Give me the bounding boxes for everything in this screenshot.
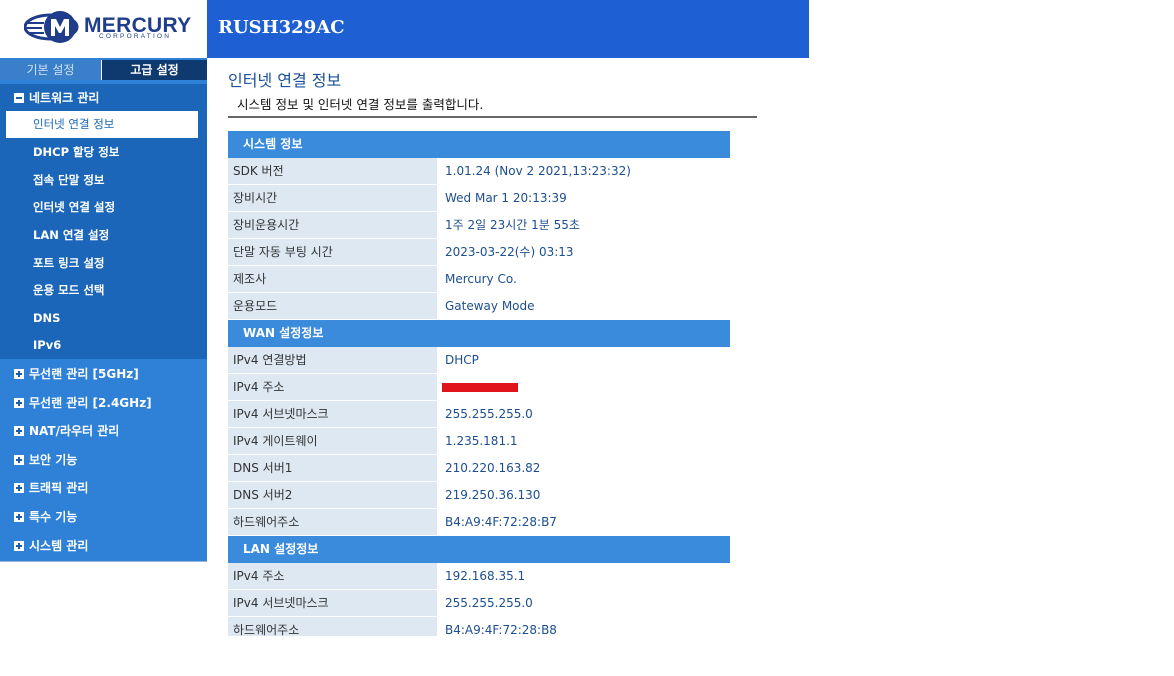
row-value: Mercury Co. — [437, 266, 730, 292]
table-row: IPv4 서브넷마스크 255.255.255.0 — [228, 401, 730, 428]
row-value: 255.255.255.0 — [437, 401, 730, 427]
expand-icon — [14, 482, 24, 493]
sidebar-group-label: 보안 기능 — [29, 453, 78, 467]
table-row: IPv4 서브넷마스크 255.255.255.0 — [228, 590, 730, 617]
row-value: B4:A9:4F:72:28:B7 — [437, 509, 730, 535]
sidebar-item-connected-devices[interactable]: 접속 단말 정보 — [6, 167, 198, 194]
sidebar-group-wireless-5ghz[interactable]: 무선랜 관리 [5GHz] — [14, 366, 139, 382]
header-bar: RUSH329AC — [207, 0, 809, 58]
sidebar-item-internet-info[interactable]: 인터넷 연결 정보 — [6, 111, 198, 138]
row-value: 192.168.35.1 — [437, 563, 730, 589]
table-row: IPv4 연결방법 DHCP — [228, 347, 730, 374]
sidebar-group-label: 시스템 관리 — [29, 539, 89, 553]
tab-advanced-settings[interactable]: 고급 설정 — [102, 60, 207, 80]
network-menu-group: 네트워크 관리 인터넷 연결 정보 DHCP 할당 정보 접속 단말 정보 인터… — [0, 84, 207, 359]
row-label: 하드웨어주소 — [228, 617, 437, 636]
sidebar-group-traffic[interactable]: 트래픽 관리 — [14, 480, 88, 496]
sidebar-item-port-link[interactable]: 포트 링크 설정 — [6, 250, 198, 277]
table-row: DNS 서버1 210.220.163.82 — [228, 455, 730, 482]
sidebar-item-lan-settings[interactable]: LAN 연결 설정 — [6, 222, 198, 249]
row-value: B4:A9:4F:72:28:B8 — [437, 617, 730, 636]
tab-basic-settings[interactable]: 기본 설정 — [0, 60, 102, 80]
collapse-icon — [14, 92, 24, 103]
row-value: 219.250.36.130 — [437, 482, 730, 508]
expand-icon — [14, 368, 24, 379]
row-value: 210.220.163.82 — [437, 455, 730, 481]
sidebar-group-wireless-24ghz[interactable]: 무선랜 관리 [2.4GHz] — [14, 395, 152, 411]
sidebar-group-label: 네트워크 관리 — [29, 91, 100, 105]
sidebar-group-network[interactable]: 네트워크 관리 — [14, 89, 99, 106]
row-label: 장비시간 — [228, 185, 437, 211]
row-label: IPv4 서브넷마스크 — [228, 590, 437, 616]
brand-logo: MERCURY CORPORATION — [0, 0, 207, 58]
row-label: SDK 버전 — [228, 158, 437, 184]
sidebar-group-label: NAT/라우터 관리 — [29, 424, 120, 438]
row-value: 1.235.181.1 — [437, 428, 730, 454]
sidebar-group-label: 트래픽 관리 — [29, 481, 89, 495]
row-label: 장비운용시간 — [228, 212, 437, 238]
sidebar-group-security[interactable]: 보안 기능 — [14, 452, 77, 468]
sidebar-item-dns[interactable]: DNS — [6, 305, 198, 332]
section-header-system: 시스템 정보 — [228, 131, 730, 158]
page-description: 시스템 정보 및 인터넷 연결 정보를 출력합니다. — [228, 94, 757, 118]
row-value: Wed Mar 1 20:13:39 — [437, 185, 730, 211]
table-row: 하드웨어주소 B4:A9:4F:72:28:B7 — [228, 509, 730, 536]
sidebar-item-dhcp-info[interactable]: DHCP 할당 정보 — [6, 139, 198, 166]
expand-icon — [14, 540, 24, 551]
table-row: 운용모드 Gateway Mode — [228, 293, 730, 320]
table-row: 제조사 Mercury Co. — [228, 266, 730, 293]
sidebar-group-label: 무선랜 관리 [2.4GHz] — [29, 396, 152, 410]
section-header-lan: LAN 설정정보 — [228, 536, 730, 563]
mercury-logo-icon — [24, 11, 79, 43]
table-row: 장비시간 Wed Mar 1 20:13:39 — [228, 185, 730, 212]
table-row: 장비운용시간 1주 2일 23시간 1분 55초 — [228, 212, 730, 239]
sidebar-group-special[interactable]: 특수 기능 — [14, 509, 77, 525]
row-label: DNS 서버2 — [228, 482, 437, 508]
row-label: IPv4 서브넷마스크 — [228, 401, 437, 427]
row-value: Gateway Mode — [437, 293, 730, 319]
row-value: DHCP — [437, 347, 730, 373]
row-label: IPv4 연결방법 — [228, 347, 437, 373]
brand-subtitle: CORPORATION — [99, 33, 172, 40]
page-title: 인터넷 연결 정보 — [228, 71, 342, 90]
sidebar-group-nat-router[interactable]: NAT/라우터 관리 — [14, 423, 119, 439]
row-value — [437, 374, 730, 400]
row-label: IPv4 게이트웨이 — [228, 428, 437, 454]
row-value: 1.01.24 (Nov 2 2021,13:23:32) — [437, 158, 730, 184]
row-label: DNS 서버1 — [228, 455, 437, 481]
row-label: 단말 자동 부팅 시간 — [228, 239, 437, 265]
expand-icon — [14, 454, 24, 465]
sidebar-item-operation-mode[interactable]: 운용 모드 선택 — [6, 277, 198, 304]
expand-icon — [14, 397, 24, 408]
table-row: 단말 자동 부팅 시간 2023-03-22(수) 03:13 — [228, 239, 730, 266]
table-row: IPv4 주소 192.168.35.1 — [228, 563, 730, 590]
sidebar-group-label: 무선랜 관리 [5GHz] — [29, 367, 139, 381]
sidebar-item-internet-settings[interactable]: 인터넷 연결 설정 — [6, 194, 198, 221]
row-label: IPv4 주소 — [228, 374, 437, 400]
expand-icon — [14, 511, 24, 522]
row-label: 제조사 — [228, 266, 437, 292]
sidebar-item-ipv6[interactable]: IPv6 — [6, 332, 198, 359]
row-label: 운용모드 — [228, 293, 437, 319]
expand-icon — [14, 425, 24, 436]
table-row: DNS 서버2 219.250.36.130 — [228, 482, 730, 509]
sidebar-group-label: 특수 기능 — [29, 510, 78, 524]
redaction-bar — [442, 383, 518, 392]
row-label: 하드웨어주소 — [228, 509, 437, 535]
info-table: 시스템 정보 SDK 버전 1.01.24 (Nov 2 2021,13:23:3… — [228, 131, 730, 636]
sidebar-group-system[interactable]: 시스템 관리 — [14, 538, 88, 554]
tab-row: 기본 설정 고급 설정 — [0, 58, 207, 82]
table-row: 하드웨어주소 B4:A9:4F:72:28:B8 — [228, 617, 730, 636]
model-name: RUSH329AC — [218, 17, 345, 38]
row-label: IPv4 주소 — [228, 563, 437, 589]
table-row: IPv4 주소 — [228, 374, 730, 401]
table-row: IPv4 게이트웨이 1.235.181.1 — [228, 428, 730, 455]
table-row: SDK 버전 1.01.24 (Nov 2 2021,13:23:32) — [228, 158, 730, 185]
sidebar: 기본 설정 고급 설정 네트워크 관리 인터넷 연결 정보 DHCP 할당 정보… — [0, 58, 207, 562]
section-header-wan: WAN 설정정보 — [228, 320, 730, 347]
row-value: 1주 2일 23시간 1분 55초 — [437, 212, 730, 238]
row-value: 2023-03-22(수) 03:13 — [437, 239, 730, 265]
row-value: 255.255.255.0 — [437, 590, 730, 616]
